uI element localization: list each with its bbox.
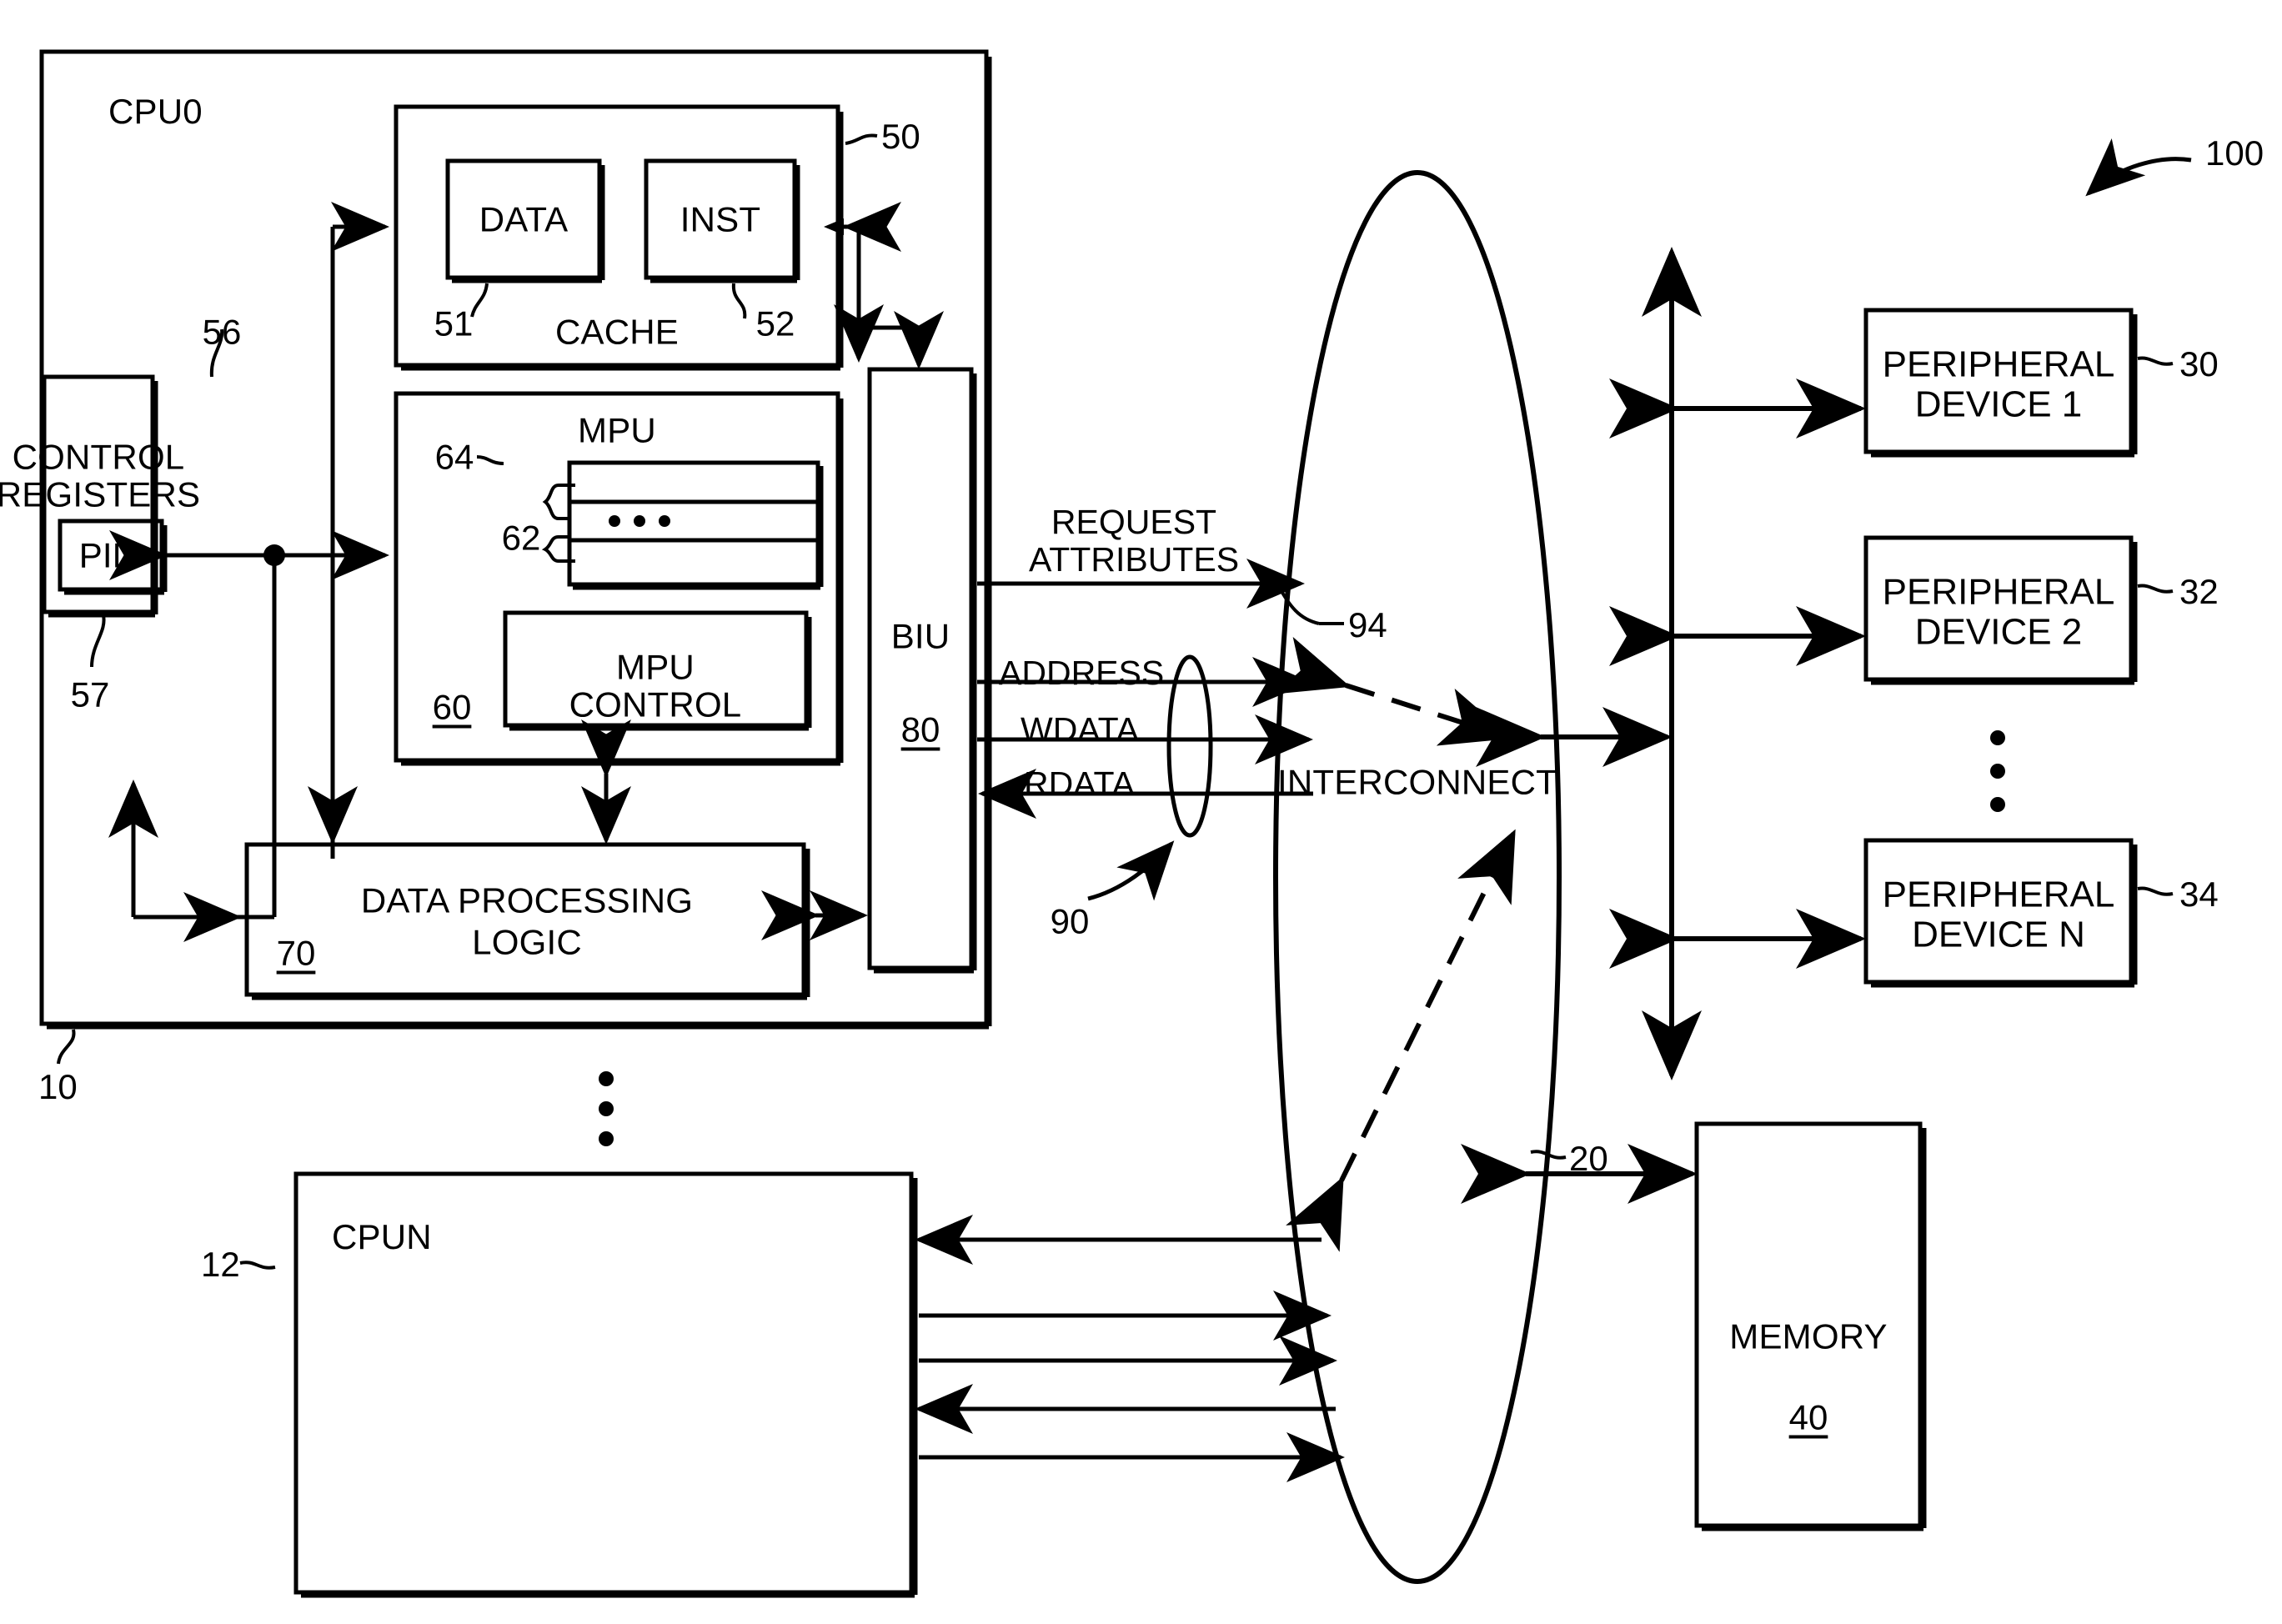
cpun-ref: 12 bbox=[201, 1245, 240, 1284]
cache-ref: 50 bbox=[881, 117, 920, 156]
peripheral-device-n-ref: 34 bbox=[2179, 875, 2219, 914]
request-attributes-ref: 94 bbox=[1348, 605, 1387, 644]
diagram-vector-layer bbox=[39, 49, 2192, 1598]
interconnect-ellipse bbox=[1273, 170, 1567, 1584]
pid-ref: 57 bbox=[70, 674, 110, 714]
data-processing-logic-box bbox=[244, 842, 810, 1000]
mpu-control-label-line2: CONTROL bbox=[569, 684, 742, 724]
patent-figure-canvas: CPU0 10 CACHE 50 DATA INST 51 52 CONTROL… bbox=[0, 0, 2282, 1624]
biu-box bbox=[867, 367, 977, 974]
cpu0-internal-wiring bbox=[108, 202, 944, 942]
signal-bundle-ref: 90 bbox=[1050, 901, 1090, 941]
system-ref-label: 100 bbox=[2205, 133, 2264, 173]
cache-inst-ref: 52 bbox=[755, 303, 795, 343]
control-registers-label-line2: REGISTERS bbox=[0, 474, 201, 514]
rdata-signal-label: RDATA bbox=[1024, 764, 1135, 803]
cpu0-label: CPU0 bbox=[108, 92, 203, 131]
address-signal-label: ADDRESS bbox=[999, 654, 1165, 692]
wdata-signal-label: WDATA bbox=[1021, 710, 1139, 749]
memory-label: MEMORY bbox=[1729, 1316, 1888, 1356]
dpl-ref: 70 bbox=[276, 933, 316, 973]
memory-ref: 40 bbox=[1788, 1397, 1828, 1437]
interconnect-ref: 20 bbox=[1569, 1139, 1608, 1178]
cache-data-label: DATA bbox=[479, 199, 569, 239]
mpu-regions-ref: 62 bbox=[501, 518, 541, 558]
cpun-label: CPUN bbox=[332, 1217, 432, 1256]
mpu-label: MPU bbox=[578, 410, 656, 450]
peripheral-vertical-ellipsis bbox=[1990, 730, 2005, 812]
cpu0-ref: 10 bbox=[38, 1067, 78, 1106]
cpu-vertical-ellipsis bbox=[599, 1071, 614, 1146]
cache-inst-label: INST bbox=[680, 199, 761, 239]
interconnect-label: INTERCONNECT bbox=[1276, 762, 1558, 802]
control-registers-label-line1: CONTROL bbox=[12, 437, 185, 477]
mpu-region-table bbox=[541, 460, 824, 590]
dpl-label-line1: DATA PROCESSING bbox=[360, 880, 694, 920]
control-registers-ref: 56 bbox=[202, 312, 242, 352]
mpu-control-label-line1: MPU bbox=[616, 647, 695, 687]
mpu-ref: 60 bbox=[432, 687, 472, 727]
request-attributes-label-line2: ATTRIBUTES bbox=[1028, 540, 1240, 579]
peripheral-device-n-label-line2: DEVICE N bbox=[1912, 914, 2085, 955]
pid-label: PID bbox=[78, 535, 138, 575]
cpun-interconnect-arrows bbox=[915, 1215, 1345, 1482]
dpl-label-line2: LOGIC bbox=[472, 922, 582, 962]
peripheral-device-n-label-line1: PERIPHERAL bbox=[1882, 874, 2115, 915]
peripheral-device-1-label-line1: PERIPHERAL bbox=[1882, 343, 2115, 385]
system-ref-arrow bbox=[2085, 138, 2192, 197]
peripheral-bus bbox=[1476, 247, 1866, 1080]
peripheral-device-1-ref: 30 bbox=[2179, 344, 2219, 383]
peripheral-device-2-label-line1: PERIPHERAL bbox=[1882, 571, 2115, 613]
peripheral-device-1-label-line2: DEVICE 1 bbox=[1914, 383, 2083, 425]
request-attributes-label-line1: REQUEST bbox=[1051, 503, 1217, 542]
mpu-control-ref: 64 bbox=[434, 437, 474, 477]
cache-data-ref: 51 bbox=[434, 303, 474, 343]
peripheral-device-2-label-line2: DEVICE 2 bbox=[1914, 611, 2083, 653]
biu-label: BIU bbox=[890, 616, 950, 656]
biu-ref: 80 bbox=[900, 709, 940, 749]
interconnect-routing-arrows bbox=[1274, 636, 1516, 1252]
peripheral-device-2-ref: 32 bbox=[2179, 572, 2219, 611]
cache-label: CACHE bbox=[554, 312, 680, 352]
